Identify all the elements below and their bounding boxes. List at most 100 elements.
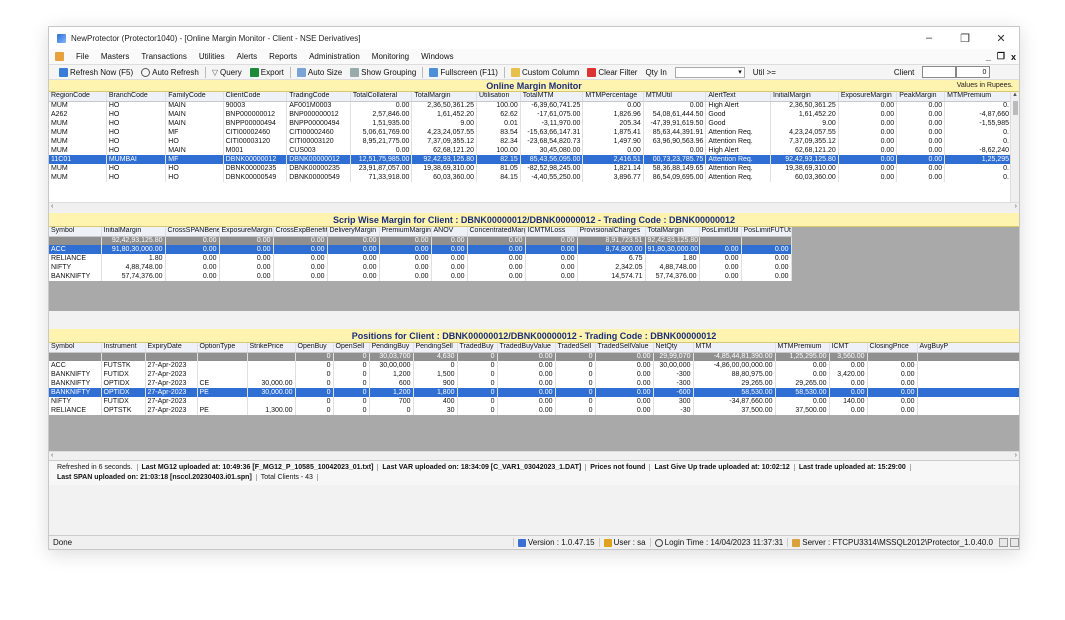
- scroll-right-icon[interactable]: ›: [1015, 203, 1017, 210]
- table-row[interactable]: BANKNIFTY 57,74,376.00 0.00 0.00 0.00 0.00 0.0…: [49, 272, 792, 281]
- clear-filter-button[interactable]: Clear Filter: [583, 67, 641, 77]
- column-header[interactable]: Symbol: [49, 343, 102, 353]
- menu-transactions[interactable]: Transactions: [135, 52, 193, 61]
- column-header[interactable]: NetQty: [653, 343, 694, 353]
- column-header[interactable]: ProvisionalCharges: [577, 227, 646, 237]
- pos-scroll-right-icon[interactable]: ›: [1015, 452, 1017, 459]
- column-header[interactable]: ICMTMLoss: [525, 227, 578, 237]
- custom-column-button[interactable]: Custom Column: [507, 67, 583, 77]
- column-header[interactable]: TotalMargin: [411, 92, 477, 102]
- scroll-left-icon[interactable]: ‹: [51, 203, 53, 210]
- column-header[interactable]: TradedBuy: [457, 343, 498, 353]
- menu-file[interactable]: File: [70, 52, 95, 61]
- column-header[interactable]: ClosingPrice: [867, 343, 918, 353]
- auto-size-button[interactable]: Auto Size: [293, 67, 346, 77]
- column-header[interactable]: TradedSellValue: [595, 343, 654, 353]
- column-header[interactable]: MTM: [693, 343, 776, 353]
- column-header[interactable]: CrossExpBenefit: [273, 227, 328, 237]
- column-header[interactable]: FamilyCode: [165, 92, 224, 102]
- menu-windows[interactable]: Windows: [415, 52, 459, 61]
- column-header[interactable]: PeakMargin: [896, 92, 946, 102]
- refresh-now-button[interactable]: Refresh Now (F5): [55, 67, 137, 77]
- table-row[interactable]: ACC 91,80,30,000.00 0.00 0.00 0.00 0.00 0.00 0.…: [49, 245, 792, 254]
- column-header[interactable]: TotalCollateral: [350, 92, 413, 102]
- table-row[interactable]: BANKNIFTY OPTIDX 27-Apr-2023 CE 30,000.00 0 0 6…: [49, 379, 1019, 388]
- table-row[interactable]: MUM HO MF CITI00002460 CITI00002460 5,06,61,7…: [49, 128, 1012, 137]
- client-input[interactable]: [922, 66, 957, 78]
- table-row[interactable]: RELIANCE 1.80 0.00 0.00 0.00 0.00 0.00 0.00 0.00…: [49, 254, 792, 263]
- column-header[interactable]: TotalMTM: [520, 92, 584, 102]
- column-header[interactable]: PosLimitUtil: [699, 227, 742, 237]
- column-header[interactable]: TradedBuyValue: [497, 343, 556, 353]
- query-button[interactable]: ▽ Query: [208, 68, 246, 77]
- total-row[interactable]: 92,42,93,125.80 0.00 0.00 0.00 0.00 0.00 0.00 0…: [49, 236, 792, 245]
- column-header[interactable]: MTMUtil: [643, 92, 707, 102]
- column-header[interactable]: ExpiryDate: [145, 343, 198, 353]
- column-header[interactable]: ConcentratedMargin: [467, 227, 526, 237]
- table-row[interactable]: ACC FUTSTK 27-Apr-2023 0 0 30,00,000 0 0 0.00 0 0.…: [49, 361, 1019, 370]
- column-header[interactable]: TradingCode: [286, 92, 351, 102]
- bottom-button-2[interactable]: [1010, 538, 1019, 547]
- table-row[interactable]: A262 HO MAIN BNP000000012 BNP000000012 2,57,8…: [49, 110, 1012, 119]
- table-row[interactable]: MUM HO HO DBNK00000235 DBNK00000235 23,91,87,…: [49, 164, 1012, 173]
- column-header[interactable]: PendingSell: [413, 343, 458, 353]
- table-row[interactable]: MUM HO MAIN 90003 AF001M0003 0.00 2,36,50,361.…: [49, 101, 1012, 110]
- show-grouping-button[interactable]: Show Grouping: [346, 67, 420, 77]
- column-header[interactable]: AvgBuyP: [917, 343, 1019, 353]
- column-header[interactable]: ExposureMargin: [838, 92, 898, 102]
- table-row[interactable]: MUM HO MAIN BNPP00000494 BNPP00000494 1,51,93…: [49, 119, 1012, 128]
- column-header[interactable]: PosLimitFUTUtil: [741, 227, 792, 237]
- restore-button[interactable]: ❐: [947, 32, 983, 45]
- column-header[interactable]: MTMPercentage: [582, 92, 644, 102]
- column-header[interactable]: TotalMargin: [645, 227, 700, 237]
- column-header[interactable]: AlertText: [705, 92, 772, 102]
- column-header[interactable]: ANOV: [431, 227, 468, 237]
- column-header[interactable]: CrossSPANBenefit: [165, 227, 220, 237]
- column-header[interactable]: StrikePrice: [247, 343, 296, 353]
- table-row[interactable]: NIFTY 4,88,748.00 0.00 0.00 0.00 0.00 0.00 0.00…: [49, 263, 792, 272]
- table-row[interactable]: 11C01 MUMBAI MF DBNK00000012 DBNK00000012 12,…: [49, 155, 1012, 164]
- menu-reports[interactable]: Reports: [263, 52, 303, 61]
- column-header[interactable]: Symbol: [49, 227, 102, 237]
- column-header[interactable]: TradedSell: [555, 343, 596, 353]
- minimize-button[interactable]: –: [911, 32, 947, 44]
- column-header[interactable]: BranchCode: [106, 92, 167, 102]
- mdi-minimize-button[interactable]: _: [983, 52, 994, 62]
- column-header[interactable]: PendingBuy: [369, 343, 414, 353]
- fullscreen-button[interactable]: Fullscreen (F11): [425, 67, 502, 77]
- column-header[interactable]: PremiumMargin: [379, 227, 432, 237]
- menu-utilities[interactable]: Utilities: [193, 52, 231, 61]
- column-header[interactable]: OpenBuy: [295, 343, 334, 353]
- table-row[interactable]: MUM HO HO CITI00003120 CITI00003120 8,95,21,7…: [49, 137, 1012, 146]
- table-row[interactable]: BANKNIFTY FUTIDX 27-Apr-2023 0 0 1,200 1,500 0 0…: [49, 370, 1019, 379]
- scroll-up-icon[interactable]: ▲: [1011, 92, 1019, 101]
- monitor-horizontal-scrollbar[interactable]: ‹ ›: [49, 202, 1019, 211]
- column-header[interactable]: ICMT: [829, 343, 868, 353]
- column-header[interactable]: Utilisation: [476, 92, 521, 102]
- column-header[interactable]: OpenSell: [333, 343, 370, 353]
- mdi-close-button[interactable]: x: [1008, 52, 1019, 62]
- client-number-field[interactable]: 0: [956, 66, 991, 78]
- qty-in-dropdown[interactable]: ▾: [674, 66, 745, 78]
- column-header[interactable]: ExposureMargin: [219, 227, 274, 237]
- positions-horizontal-scrollbar[interactable]: ‹ ›: [49, 451, 1019, 460]
- scroll-thumb[interactable]: [1012, 101, 1018, 115]
- table-row[interactable]: NIFTY FUTIDX 27-Apr-2023 0 0 700 400 0 0.00 0 0.00…: [49, 397, 1019, 406]
- close-button[interactable]: ✕: [983, 32, 1019, 45]
- pos-scroll-left-icon[interactable]: ‹: [51, 452, 53, 459]
- mdi-doc-icon[interactable]: [55, 52, 64, 61]
- menu-alerts[interactable]: Alerts: [231, 52, 263, 61]
- column-header[interactable]: InitialMargin: [770, 92, 839, 102]
- export-button[interactable]: Export: [246, 67, 288, 77]
- mdi-restore-button[interactable]: ❐: [994, 51, 1008, 62]
- menu-monitoring[interactable]: Monitoring: [366, 52, 415, 61]
- column-header[interactable]: OptionType: [197, 343, 248, 353]
- total-row[interactable]: 0 0 30,03,700 4,630 0 0.00 0 0.00 29,99,070 -4,85…: [49, 352, 1019, 361]
- column-header[interactable]: MTMPremium: [944, 92, 1012, 102]
- table-row[interactable]: BANKNIFTY OPTIDX 27-Apr-2023 PE 30,000.00 0 0 1…: [49, 388, 1019, 397]
- menu-administration[interactable]: Administration: [303, 52, 366, 61]
- column-header[interactable]: Instrument: [101, 343, 146, 353]
- column-header[interactable]: MTMPremium: [775, 343, 830, 353]
- table-row[interactable]: RELIANCE OPTSTK 27-Apr-2023 PE 1,300.00 0 0 0 30…: [49, 406, 1019, 415]
- bottom-button-1[interactable]: [999, 538, 1008, 547]
